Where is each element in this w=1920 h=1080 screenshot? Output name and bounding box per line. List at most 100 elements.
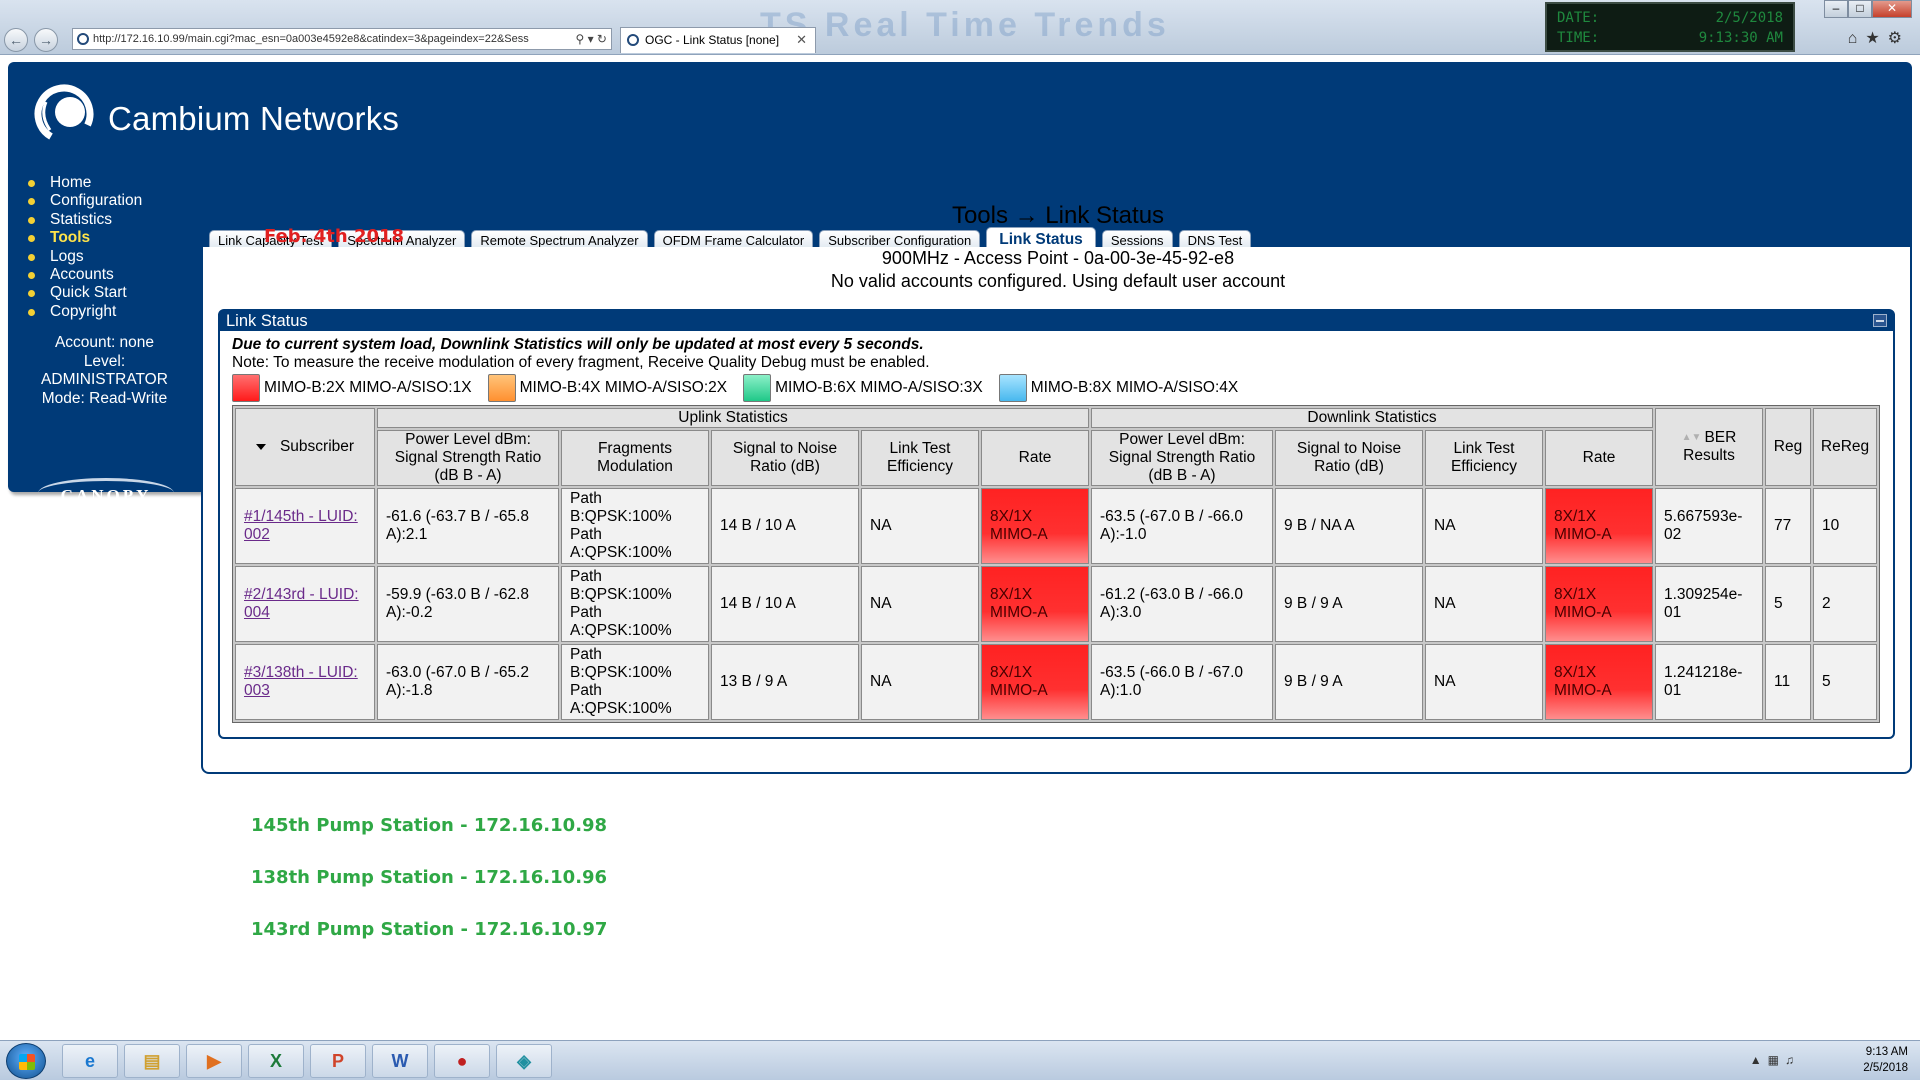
- sidebar-item-statistics[interactable]: Statistics: [24, 211, 142, 229]
- app-icon[interactable]: ●: [434, 1044, 490, 1078]
- canopy-logo-text: CANOPY: [60, 486, 152, 505]
- link-status-table: Subscriber Uplink Statistics Downlink St…: [232, 405, 1880, 723]
- tab-close-icon[interactable]: ✕: [796, 28, 807, 52]
- col-ul-snr[interactable]: Signal to Noise Ratio (dB): [711, 430, 859, 486]
- word-icon[interactable]: W: [372, 1044, 428, 1078]
- station-note: 145th Pump Station - 172.16.10.98: [251, 815, 608, 836]
- clock-time: 9:13 AM: [1865, 1046, 1908, 1058]
- address-bar[interactable]: http://172.16.10.99/main.cgi?mac_esn=0a0…: [72, 28, 612, 50]
- panel-header: Link Status: [220, 311, 1893, 331]
- clock-date-label: DATE:: [1557, 10, 1600, 26]
- url-text: http://172.16.10.99/main.cgi?mac_esn=0a0…: [93, 33, 529, 45]
- col-ul-fragments-label: Fragments Modulation: [597, 440, 673, 475]
- site-icon: [77, 33, 89, 45]
- page-header: Cambium Networks: [8, 62, 1912, 166]
- sidebar: Home Configuration Statistics Tools Logs…: [8, 166, 201, 505]
- subscriber-link[interactable]: #2/143rd - LUID: 004: [244, 586, 359, 621]
- fragment-path-b: Path B:QPSK:100%: [570, 490, 672, 525]
- col-ul-power[interactable]: Power Level dBm: Signal Strength Ratio (…: [377, 430, 559, 486]
- legend-swatch-red: [232, 374, 260, 402]
- rereg-cell: 2: [1813, 566, 1877, 642]
- col-subscriber[interactable]: Subscriber: [235, 408, 375, 486]
- tab-title: OGC - Link Status [none]: [645, 33, 780, 47]
- sidebar-item-tools[interactable]: Tools: [24, 229, 142, 247]
- excel-icon[interactable]: X: [248, 1044, 304, 1078]
- ber-cell: 5.667593e-02: [1655, 488, 1763, 564]
- cambium-logo-icon: [34, 84, 94, 144]
- network-icon[interactable]: ▦: [1768, 1053, 1785, 1067]
- maximize-button[interactable]: □: [1848, 0, 1872, 18]
- col-rereg[interactable]: ReReg: [1813, 408, 1877, 486]
- panel-title: Link Status: [226, 312, 308, 330]
- system-clock[interactable]: 9:13 AM 2/5/2018: [1808, 1044, 1908, 1076]
- browser-tab[interactable]: OGC - Link Status [none] ✕: [620, 27, 816, 53]
- ber-cell: 1.241218e-01: [1655, 644, 1763, 720]
- address-tools-icon[interactable]: ⚲ ▾ ↻: [575, 29, 607, 49]
- reg-cell: 11: [1765, 644, 1811, 720]
- minimize-button[interactable]: –: [1824, 0, 1848, 18]
- fragment-path-b: Path B:QPSK:100%: [570, 646, 672, 681]
- dl-snr-cell: 9 B / 9 A: [1275, 644, 1423, 720]
- tray-icons: ▲▦♫: [1750, 1053, 1800, 1067]
- sidebar-item-quick-start[interactable]: Quick Start: [24, 284, 142, 302]
- access-point-line: 900MHz - Access Point - 0a-00-3e-45-92-e…: [881, 248, 1235, 268]
- show-hidden-icon[interactable]: ▲: [1750, 1053, 1768, 1067]
- dl-power-cell: -63.5 (-67.0 B / -66.0 A):-1.0: [1091, 488, 1273, 564]
- col-dl-snr[interactable]: Signal to Noise Ratio (dB): [1275, 430, 1423, 486]
- col-reg-label: Reg: [1773, 438, 1803, 455]
- subscriber-link[interactable]: #1/145th - LUID: 002: [244, 508, 358, 543]
- file-explorer-icon[interactable]: ▤: [124, 1044, 180, 1078]
- sidebar-item-home[interactable]: Home: [24, 174, 142, 192]
- ul-link-test-cell: NA: [861, 488, 979, 564]
- col-reg[interactable]: Reg: [1765, 408, 1811, 486]
- back-button[interactable]: ←: [4, 28, 28, 52]
- media-player-icon[interactable]: ▶: [186, 1044, 242, 1078]
- canopy-logo: CANOPY: [38, 478, 174, 512]
- legend-item: MIMO-B:2X MIMO-A/SISO:1X: [232, 374, 472, 402]
- col-rereg-label: ReReg: [1820, 438, 1870, 455]
- favorites-star-icon[interactable]: ★: [1865, 30, 1887, 47]
- ber-cell: 1.309254e-01: [1655, 566, 1763, 642]
- sidebar-item-configuration[interactable]: Configuration: [24, 192, 142, 210]
- sidebar-item-accounts[interactable]: Accounts: [24, 266, 142, 284]
- ul-fragments-cell: Path B:QPSK:100% Path A:QPSK:100%: [561, 566, 709, 642]
- powerpoint-icon[interactable]: P: [310, 1044, 366, 1078]
- reg-cell: 77: [1765, 488, 1811, 564]
- browser-toolbar: TS Real Time Trends ← → http://172.16.10…: [0, 0, 1920, 55]
- col-ul-link-test[interactable]: Link Test Efficiency: [861, 430, 979, 486]
- col-ber[interactable]: ▲▼ BER Results: [1655, 408, 1763, 486]
- legend-item: MIMO-B:4X MIMO-A/SISO:2X: [487, 374, 727, 402]
- close-window-button[interactable]: ✕: [1872, 0, 1912, 18]
- legend-item: MIMO-B:6X MIMO-A/SISO:3X: [743, 374, 983, 402]
- clock-date-value: 2/5/2018: [1715, 10, 1783, 26]
- subscriber-link[interactable]: #3/138th - LUID: 003: [244, 664, 358, 699]
- col-dl-link-test[interactable]: Link Test Efficiency: [1425, 430, 1543, 486]
- app-icon[interactable]: ◈: [496, 1044, 552, 1078]
- load-notice: Due to current system load, Downlink Sta…: [232, 336, 924, 353]
- sort-desc-icon: [255, 443, 266, 450]
- downlink-statistics-header: Downlink Statistics: [1091, 408, 1653, 428]
- internet-explorer-icon[interactable]: e: [62, 1044, 118, 1078]
- sidebar-item-copyright[interactable]: Copyright: [24, 303, 142, 321]
- annotation-date: Feb. 4th 2018: [264, 226, 405, 247]
- home-icon[interactable]: ⌂: [1848, 30, 1866, 47]
- col-dl-power[interactable]: Power Level dBm: Signal Strength Ratio (…: [1091, 430, 1273, 486]
- col-ul-rate-label: Rate: [1018, 449, 1052, 466]
- sidebar-item-logs[interactable]: Logs: [24, 248, 142, 266]
- forward-button[interactable]: →: [34, 28, 58, 52]
- taskbar: e ▤ ▶ X P W ● ◈ ▲▦♫ 9:13 AM 2/5/2018: [0, 1040, 1920, 1080]
- legend-swatch-green: [743, 374, 772, 402]
- col-ul-snr-label: Signal to Noise Ratio (dB): [732, 440, 838, 475]
- col-ul-rate[interactable]: Rate: [981, 430, 1089, 486]
- subscriber-cell: #3/138th - LUID: 003: [235, 644, 375, 720]
- col-dl-rate-label: Rate: [1582, 449, 1616, 466]
- panel-minimize-icon[interactable]: [1873, 314, 1887, 327]
- volume-icon[interactable]: ♫: [1785, 1053, 1800, 1067]
- debug-note: Note: To measure the receive modulation …: [232, 354, 930, 371]
- col-dl-rate[interactable]: Rate: [1545, 430, 1653, 486]
- col-ul-fragments[interactable]: Fragments Modulation: [561, 430, 709, 486]
- start-button[interactable]: [6, 1043, 46, 1079]
- ul-snr-cell: 14 B / 10 A: [711, 566, 859, 642]
- settings-gear-icon[interactable]: ⚙: [1888, 30, 1910, 47]
- legend-label: MIMO-B:8X MIMO-A/SISO:4X: [1030, 379, 1239, 396]
